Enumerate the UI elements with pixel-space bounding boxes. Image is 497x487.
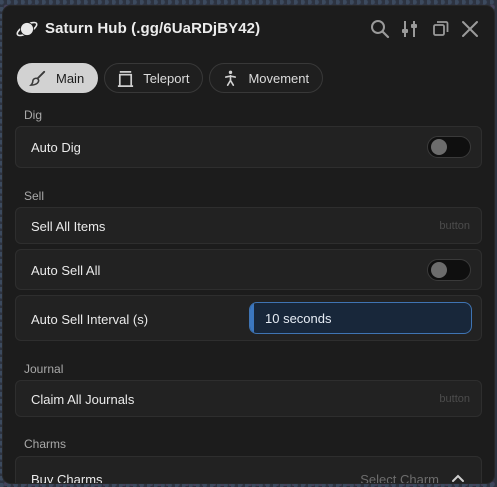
tab-main-label: Main	[56, 70, 85, 86]
auto-dig-label: Auto Dig	[31, 140, 81, 155]
sell-all-items-label: Sell All Items	[31, 219, 106, 234]
section-dig-label: Dig	[24, 108, 43, 122]
claim-all-journals-label: Claim All Journals	[31, 392, 135, 407]
button-hint: button	[439, 220, 470, 232]
claim-all-journals-button[interactable]: Claim All Journals button	[15, 380, 482, 417]
auto-sell-all-row[interactable]: Auto Sell All	[15, 249, 482, 290]
buy-charms-dropdown[interactable]: Buy Charms Select Charm	[15, 456, 482, 483]
section-journal-label: Journal	[24, 362, 64, 376]
auto-dig-toggle[interactable]	[427, 136, 471, 158]
tab-main[interactable]: Main	[17, 63, 99, 93]
auto-sell-interval-label: Auto Sell Interval (s)	[31, 312, 149, 327]
auto-sell-all-toggle[interactable]	[427, 259, 471, 281]
search-icon[interactable]	[369, 18, 391, 40]
auto-sell-all-label: Auto Sell All	[31, 263, 101, 278]
tab-bar: Main Teleport Movement	[17, 63, 324, 93]
tab-teleport-label: Teleport	[143, 70, 190, 86]
close-icon[interactable]	[459, 18, 481, 40]
select-charm-value: Select Charm	[360, 472, 439, 483]
auto-sell-interval-slider[interactable]: 10 seconds	[249, 302, 472, 334]
brush-icon	[29, 70, 46, 86]
chevron-up-icon	[452, 474, 464, 482]
tab-teleport[interactable]: Teleport	[104, 63, 204, 93]
copy-window-icon[interactable]	[429, 18, 451, 40]
portal-icon	[118, 70, 134, 87]
slider-fill	[250, 303, 255, 333]
section-sell-label: Sell	[24, 189, 45, 203]
tab-movement[interactable]: Movement	[209, 63, 324, 93]
tab-movement-label: Movement	[248, 70, 310, 86]
settings-sliders-icon[interactable]	[399, 18, 421, 40]
sell-all-items-button[interactable]: Sell All Items button	[15, 207, 482, 244]
running-person-icon	[225, 70, 237, 86]
planet-logo-icon	[16, 21, 38, 37]
buy-charms-label: Buy Charms	[31, 472, 103, 483]
toggle-knob	[431, 139, 447, 155]
auto-dig-row[interactable]: Auto Dig	[15, 126, 482, 168]
button-hint: button	[439, 393, 470, 405]
hub-window: Saturn Hub (.gg/6UaRDjBY42) Main Telepor…	[3, 6, 494, 483]
toggle-knob	[431, 262, 447, 278]
auto-sell-interval-row: Auto Sell Interval (s) 10 seconds	[15, 295, 482, 341]
slider-value: 10 seconds	[265, 311, 332, 326]
title-bar[interactable]: Saturn Hub (.gg/6UaRDjBY42)	[3, 6, 494, 52]
section-charms-label: Charms	[24, 437, 67, 451]
window-title: Saturn Hub (.gg/6UaRDjBY42)	[45, 20, 261, 37]
